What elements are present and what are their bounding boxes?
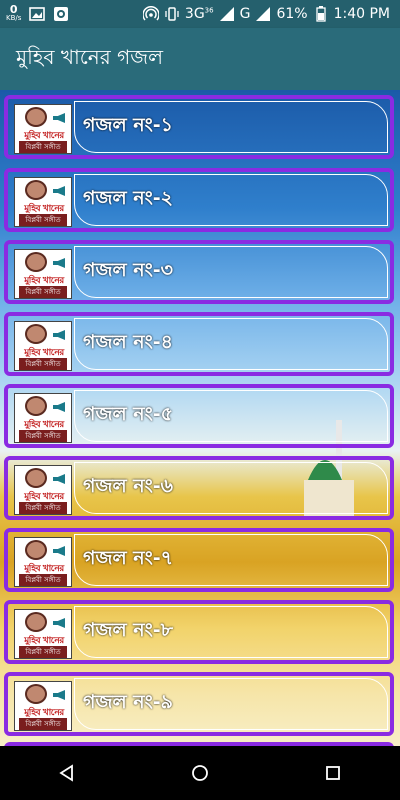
home-button[interactable] bbox=[180, 753, 220, 793]
network-speed-value: 0 bbox=[9, 3, 18, 16]
item-label: গজল নং-৮ bbox=[83, 619, 173, 641]
item-label: গজল নং-৩ bbox=[83, 259, 173, 281]
network-type: 3G36 bbox=[184, 6, 214, 22]
item-label: গজল নং-৪ bbox=[83, 331, 173, 353]
item-label: গজল নং-৫ bbox=[83, 403, 173, 425]
item-thumbnail: মুহিব খানের বিপ্লবী সঙ্গীত bbox=[14, 104, 72, 154]
home-icon bbox=[192, 765, 208, 781]
item-thumbnail: মুহিব খানের বিপ্লবী সঙ্গীত bbox=[14, 465, 72, 515]
status-bar: 0 KB/s 3G36 G 61% 1:40 PM bbox=[0, 0, 400, 28]
item-label: গজল নং-৬ bbox=[83, 475, 173, 497]
vibrate-icon bbox=[164, 6, 180, 22]
carrier-type: G bbox=[239, 6, 251, 22]
item-label: গজল নং-১ bbox=[83, 114, 173, 136]
network-speed-unit: KB/s bbox=[6, 14, 22, 22]
item-thumbnail: মুহিব খানের বিপ্লবী সঙ্গীত bbox=[14, 321, 72, 371]
list-item[interactable]: মুহিব খানের বিপ্লবী সঙ্গীত গজল নং-৫ bbox=[4, 384, 394, 448]
network-speed: 0 KB/s bbox=[6, 3, 22, 23]
ghazal-list-area: মুহিব খানের বিপ্লবী সঙ্গীত গজল নং-১ মুহিব… bbox=[0, 90, 400, 746]
signal-icon-2 bbox=[255, 6, 271, 22]
item-label: গজল নং-৯ bbox=[83, 691, 173, 713]
image-icon bbox=[29, 6, 46, 22]
item-label: গজল নং-৭ bbox=[83, 547, 173, 569]
app-bar: মুহিব খানের গজল bbox=[0, 28, 400, 90]
list-item[interactable]: মুহিব খানের বিপ্লবী সঙ্গীত গজল নং-৭ bbox=[4, 528, 394, 592]
clock: 1:40 PM bbox=[333, 6, 390, 22]
recents-icon bbox=[326, 766, 341, 780]
list-item[interactable]: মুহিব খানের বিপ্লবী সঙ্গীত গজল নং-৯ bbox=[4, 672, 394, 736]
list-item[interactable]: মুহিব খানের বিপ্লবী সঙ্গীত গজল নং-৮ bbox=[4, 600, 394, 664]
recents-button[interactable] bbox=[313, 753, 353, 793]
back-icon bbox=[58, 764, 73, 782]
list-item[interactable]: মুহিব খানের বিপ্লবী সঙ্গীত গজল নং-৬ bbox=[4, 456, 394, 520]
signal-icon bbox=[219, 6, 235, 22]
back-button[interactable] bbox=[47, 753, 87, 793]
item-label: গজল নং-২ bbox=[83, 187, 173, 209]
app-title: মুহিব খানের গজল bbox=[16, 44, 163, 69]
item-thumbnail: মুহিব খানের বিপ্লবী সঙ্গীত bbox=[14, 609, 72, 659]
list-item[interactable]: মুহিব খানের বিপ্লবী সঙ্গীত গজল নং-২ bbox=[4, 168, 394, 232]
item-thumbnail: মুহিব খানের বিপ্লবী সঙ্গীত bbox=[14, 249, 72, 299]
list-item[interactable]: মুহিব খানের বিপ্লবী সঙ্গীত গজল নং-৪ bbox=[4, 312, 394, 376]
navigation-bar bbox=[0, 746, 400, 800]
item-thumbnail: মুহিব খানের বিপ্লবী সঙ্গীত bbox=[14, 393, 72, 443]
item-thumbnail: মুহিব খানের বিপ্লবী সঙ্গীত bbox=[14, 537, 72, 587]
battery-icon bbox=[313, 6, 329, 22]
item-thumbnail: মুহিব খানের বিপ্লবী সঙ্গীত bbox=[14, 681, 72, 731]
battery-percent: 61% bbox=[276, 6, 308, 22]
record-icon bbox=[53, 6, 69, 22]
hotspot-icon bbox=[142, 6, 159, 22]
list-item[interactable]: মুহিব খানের বিপ্লবী সঙ্গীত গজল নং-৩ bbox=[4, 240, 394, 304]
item-thumbnail: মুহিব খানের বিপ্লবী সঙ্গীত bbox=[14, 177, 72, 227]
list-item[interactable]: মুহিব খানের বিপ্লবী সঙ্গীত গজল নং-১ bbox=[4, 95, 394, 159]
